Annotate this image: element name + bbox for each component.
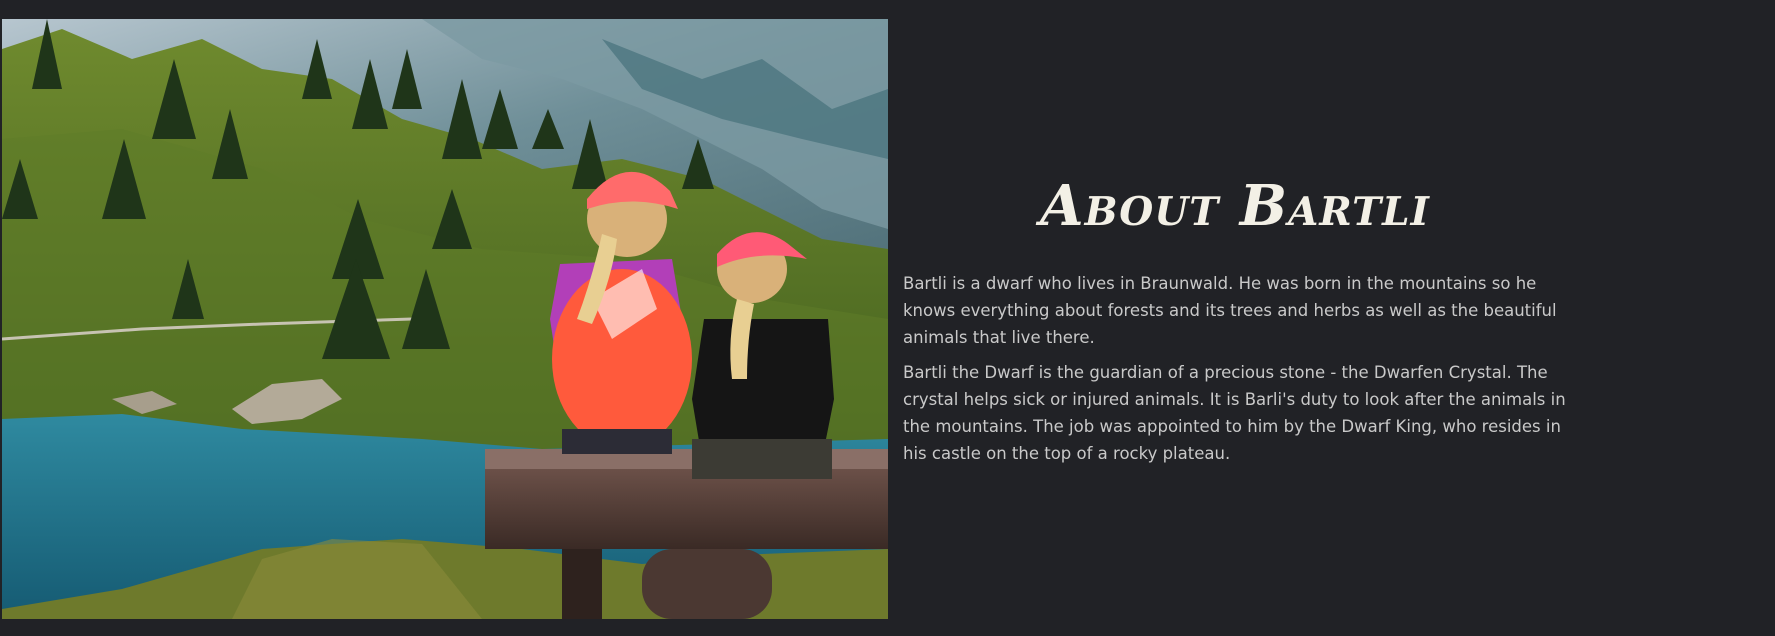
about-paragraph-2: Bartli the Dwarf is the guardian of a pr…	[903, 363, 1566, 463]
about-photo	[2, 19, 888, 619]
mountain-lake-illustration	[2, 19, 888, 619]
about-paragraph-1: Bartli is a dwarf who lives in Braunwald…	[903, 274, 1557, 347]
about-section: About Bartli Bartli is a dwarf who lives…	[0, 19, 1775, 619]
about-text: About Bartli Bartli is a dwarf who lives…	[903, 19, 1573, 619]
about-heading: About Bartli	[1040, 173, 1430, 239]
